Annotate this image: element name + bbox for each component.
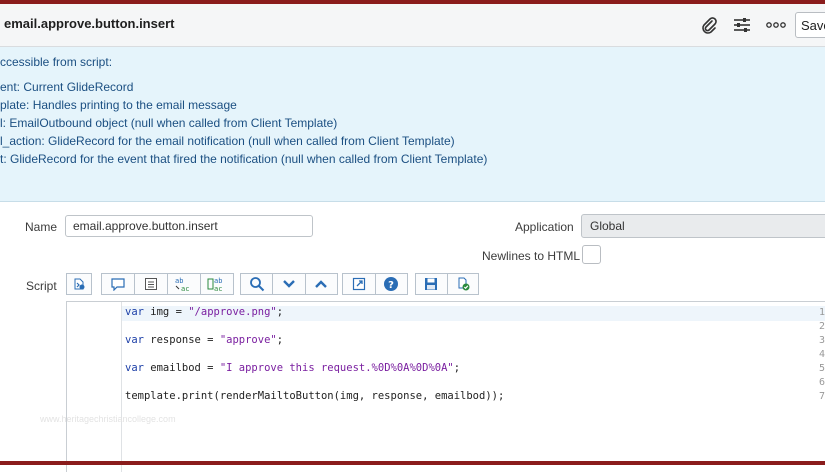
svg-text:ab: ab [214, 277, 222, 285]
help-line: l_action: GlideRecord for the email noti… [0, 134, 455, 148]
newlines-checkbox[interactable] [582, 245, 601, 264]
code-token: "approve" [219, 334, 277, 346]
svg-text:ac: ac [214, 285, 222, 292]
line-number: 4 [818, 349, 825, 360]
bottom-frame-border [0, 461, 825, 465]
view-toolbar-group: ? [342, 273, 408, 295]
help-icon[interactable]: ? [376, 274, 408, 294]
comment-icon[interactable] [102, 274, 135, 294]
line-number: 5 [818, 363, 825, 374]
script-label: Script [26, 279, 57, 293]
search-icon[interactable] [241, 274, 274, 294]
script-editor[interactable]: 1234567 var img = "/approve.png"; var res… [66, 301, 825, 472]
svg-text:?: ? [388, 280, 394, 291]
collapse-icon[interactable] [273, 274, 306, 294]
svg-text:ac: ac [181, 285, 189, 292]
application-field[interactable]: Global [581, 214, 825, 238]
code-token: response = [143, 334, 220, 346]
form-header: email.approve.button.insert Save [0, 4, 825, 47]
code-line[interactable]: var emailbod = "I approve this request.%… [125, 362, 460, 374]
format-code-button[interactable] [66, 273, 92, 295]
code-token: template.print(renderMailtoButton(img, r… [125, 390, 505, 402]
line-number: 3 [818, 335, 825, 346]
paperclip-icon[interactable] [698, 14, 720, 36]
save-script-icon[interactable] [416, 274, 448, 294]
comment-toolbar-group: ab ac ab ac [101, 273, 234, 295]
more-icon[interactable] [765, 14, 787, 36]
name-label: Name [25, 220, 58, 234]
script-help-panel: ccessible from script: ent: Current Glid… [0, 47, 825, 202]
save-button[interactable]: Save [795, 12, 825, 38]
line-number: 1 [818, 307, 825, 318]
save-toolbar-group [415, 273, 479, 295]
code-line[interactable]: var img = "/approve.png"; [125, 306, 283, 318]
line-number: 6 [818, 377, 825, 388]
sliders-icon[interactable] [731, 14, 753, 36]
line-number: 7 [818, 391, 825, 402]
toggle-comment-icon[interactable] [135, 274, 168, 294]
help-line: l: EmailOutbound object (null when calle… [0, 116, 338, 130]
watermark: www.heritagechristiancollege.com [40, 414, 176, 424]
code-token: ; [276, 306, 284, 318]
application-label: Application [515, 220, 574, 234]
name-input[interactable]: email.approve.button.insert [65, 215, 313, 237]
line-number-gutter [67, 302, 122, 472]
code-token: var [125, 306, 144, 318]
help-heading: ccessible from script: [0, 55, 113, 69]
line-number: 2 [818, 321, 825, 332]
help-line: t: GlideRecord for the event that fired … [0, 152, 488, 166]
expand-icon[interactable] [306, 274, 337, 294]
code-token: var [125, 362, 144, 374]
svg-text:ab: ab [175, 277, 183, 285]
help-line: plate: Handles printing to the email mes… [0, 98, 237, 112]
code-token: "/approve.png" [188, 306, 277, 318]
fullscreen-icon[interactable] [343, 274, 376, 294]
code-token: "I approve this request.%0D%0A%0D%0A" [219, 362, 454, 374]
check-script-icon[interactable] [448, 274, 479, 294]
code-token: ; [276, 334, 284, 346]
replace-icon[interactable]: ab ac [168, 274, 201, 294]
code-token: emailbod = [143, 362, 220, 374]
help-line: ent: Current GlideRecord [0, 80, 134, 94]
search-toolbar-group [240, 273, 338, 295]
code-token: ; [453, 362, 461, 374]
code-line[interactable]: var response = "approve"; [125, 334, 283, 346]
code-token: var [125, 334, 144, 346]
page-title: email.approve.button.insert [4, 16, 175, 31]
code-line[interactable]: template.print(renderMailtoButton(img, r… [125, 390, 504, 402]
newlines-label: Newlines to HTML [482, 249, 581, 263]
replace-all-icon[interactable]: ab ac [201, 274, 233, 294]
format-code-icon [67, 274, 91, 294]
code-token: img = [143, 306, 189, 318]
